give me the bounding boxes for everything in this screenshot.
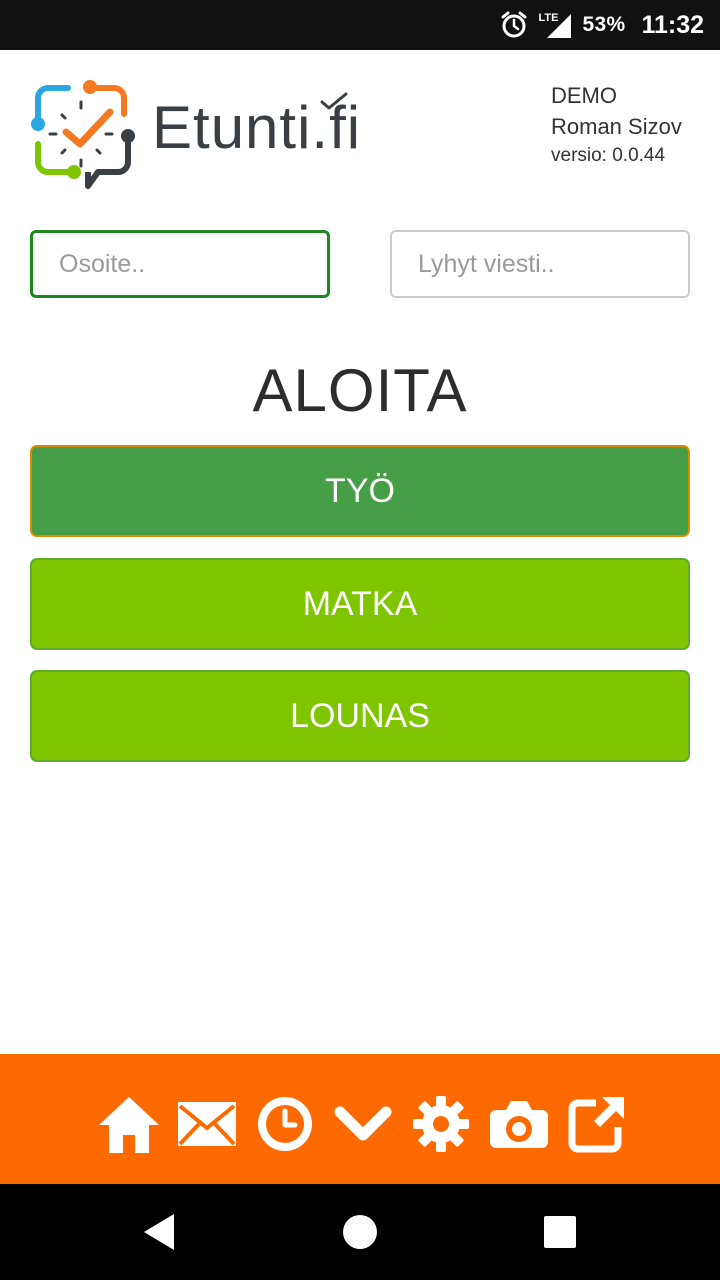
- lunch-button[interactable]: LOUNAS: [30, 670, 690, 762]
- battery-level: 53%: [582, 13, 626, 36]
- clock-icon[interactable]: [251, 1092, 319, 1156]
- mail-icon[interactable]: [173, 1092, 241, 1156]
- company-name: DEMO: [551, 83, 617, 108]
- back-icon[interactable]: [112, 1184, 208, 1280]
- user-name: Roman Sizov: [551, 114, 682, 139]
- recent-apps-icon[interactable]: [512, 1184, 608, 1280]
- system-navigation-bar: [0, 1184, 720, 1280]
- home-circle-icon[interactable]: [312, 1184, 408, 1280]
- app-logo: Etunti.fi: [28, 78, 388, 192]
- logo-clock-icon: [31, 80, 135, 189]
- status-bar: LTE 53% 11:32: [0, 0, 720, 50]
- section-title: ALOITA: [252, 357, 468, 424]
- chevron-down-icon[interactable]: [329, 1092, 397, 1156]
- address-input[interactable]: [30, 230, 330, 298]
- home-icon[interactable]: [95, 1092, 163, 1156]
- travel-button[interactable]: MATKA: [30, 558, 690, 650]
- gear-icon[interactable]: [407, 1092, 475, 1156]
- status-bar-right: LTE 53% 11:32: [499, 0, 704, 50]
- app-version: versio: 0.0.44: [551, 145, 666, 166]
- work-button[interactable]: TYÖ: [30, 445, 690, 537]
- toolbar-icons: [95, 1092, 631, 1156]
- external-link-icon[interactable]: [563, 1092, 631, 1156]
- signal-icon: LTE: [539, 10, 573, 40]
- bottom-toolbar: [0, 1054, 720, 1184]
- user-info: DEMO Roman Sizov versio: 0.0.44: [551, 82, 682, 168]
- short-message-input[interactable]: [390, 230, 690, 298]
- camera-icon[interactable]: [485, 1092, 553, 1156]
- clock-time: 11:32: [641, 10, 704, 39]
- alarm-icon: [499, 10, 529, 40]
- logo-checkmark-icon: [320, 92, 348, 110]
